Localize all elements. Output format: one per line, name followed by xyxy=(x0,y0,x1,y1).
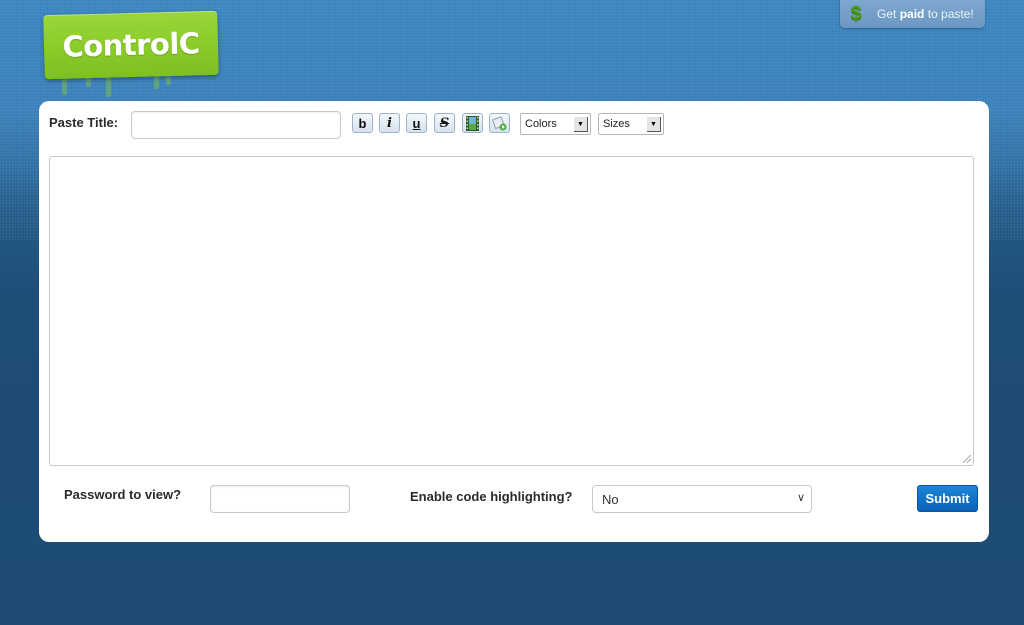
logo-badge: ControlC xyxy=(43,10,219,80)
colors-dropdown-label: Colors xyxy=(525,118,557,130)
underline-icon: u xyxy=(412,115,421,131)
chevron-down-icon: ∨ xyxy=(796,492,805,504)
bold-button[interactable]: b xyxy=(352,113,373,133)
resize-handle-icon[interactable] xyxy=(963,455,971,463)
paste-form-panel: Paste Title: b i u S Colors ▼ Sizes ▼ Pa… xyxy=(39,101,989,542)
get-paid-text: Get paid to paste! xyxy=(877,7,974,21)
paste-title-label: Paste Title: xyxy=(49,115,119,130)
logo-text: ControlC xyxy=(61,26,200,64)
image-icon xyxy=(492,115,507,130)
italic-icon: i xyxy=(387,115,392,131)
image-button[interactable] xyxy=(489,113,510,133)
italic-button[interactable]: i xyxy=(379,113,400,133)
strikethrough-button[interactable]: S xyxy=(434,113,455,133)
code-highlighting-select[interactable]: No ∨ xyxy=(592,485,812,513)
password-input[interactable] xyxy=(210,485,350,513)
logo[interactable]: ControlC xyxy=(43,10,222,97)
password-label: Password to view? xyxy=(64,487,182,502)
sizes-dropdown-label: Sizes xyxy=(603,118,630,130)
submit-button[interactable]: Submit xyxy=(917,485,978,512)
film-icon xyxy=(466,115,479,131)
dropdown-arrow-icon: ▼ xyxy=(647,117,661,132)
sizes-dropdown[interactable]: Sizes ▼ xyxy=(598,113,664,135)
code-highlighting-label: Enable code highlighting? xyxy=(410,489,573,504)
dollar-icon: $ xyxy=(850,2,862,25)
bold-icon: b xyxy=(358,115,367,131)
colors-dropdown[interactable]: Colors ▼ xyxy=(520,113,591,135)
get-paid-button[interactable]: $ Get paid to paste! xyxy=(840,0,985,28)
code-highlighting-value: No xyxy=(602,491,619,507)
paste-title-input[interactable] xyxy=(131,111,341,139)
strikethrough-icon: S xyxy=(439,115,450,131)
video-button[interactable] xyxy=(462,113,483,133)
paste-content-textarea[interactable] xyxy=(49,156,974,466)
underline-button[interactable]: u xyxy=(406,113,427,133)
dropdown-arrow-icon: ▼ xyxy=(574,117,588,132)
